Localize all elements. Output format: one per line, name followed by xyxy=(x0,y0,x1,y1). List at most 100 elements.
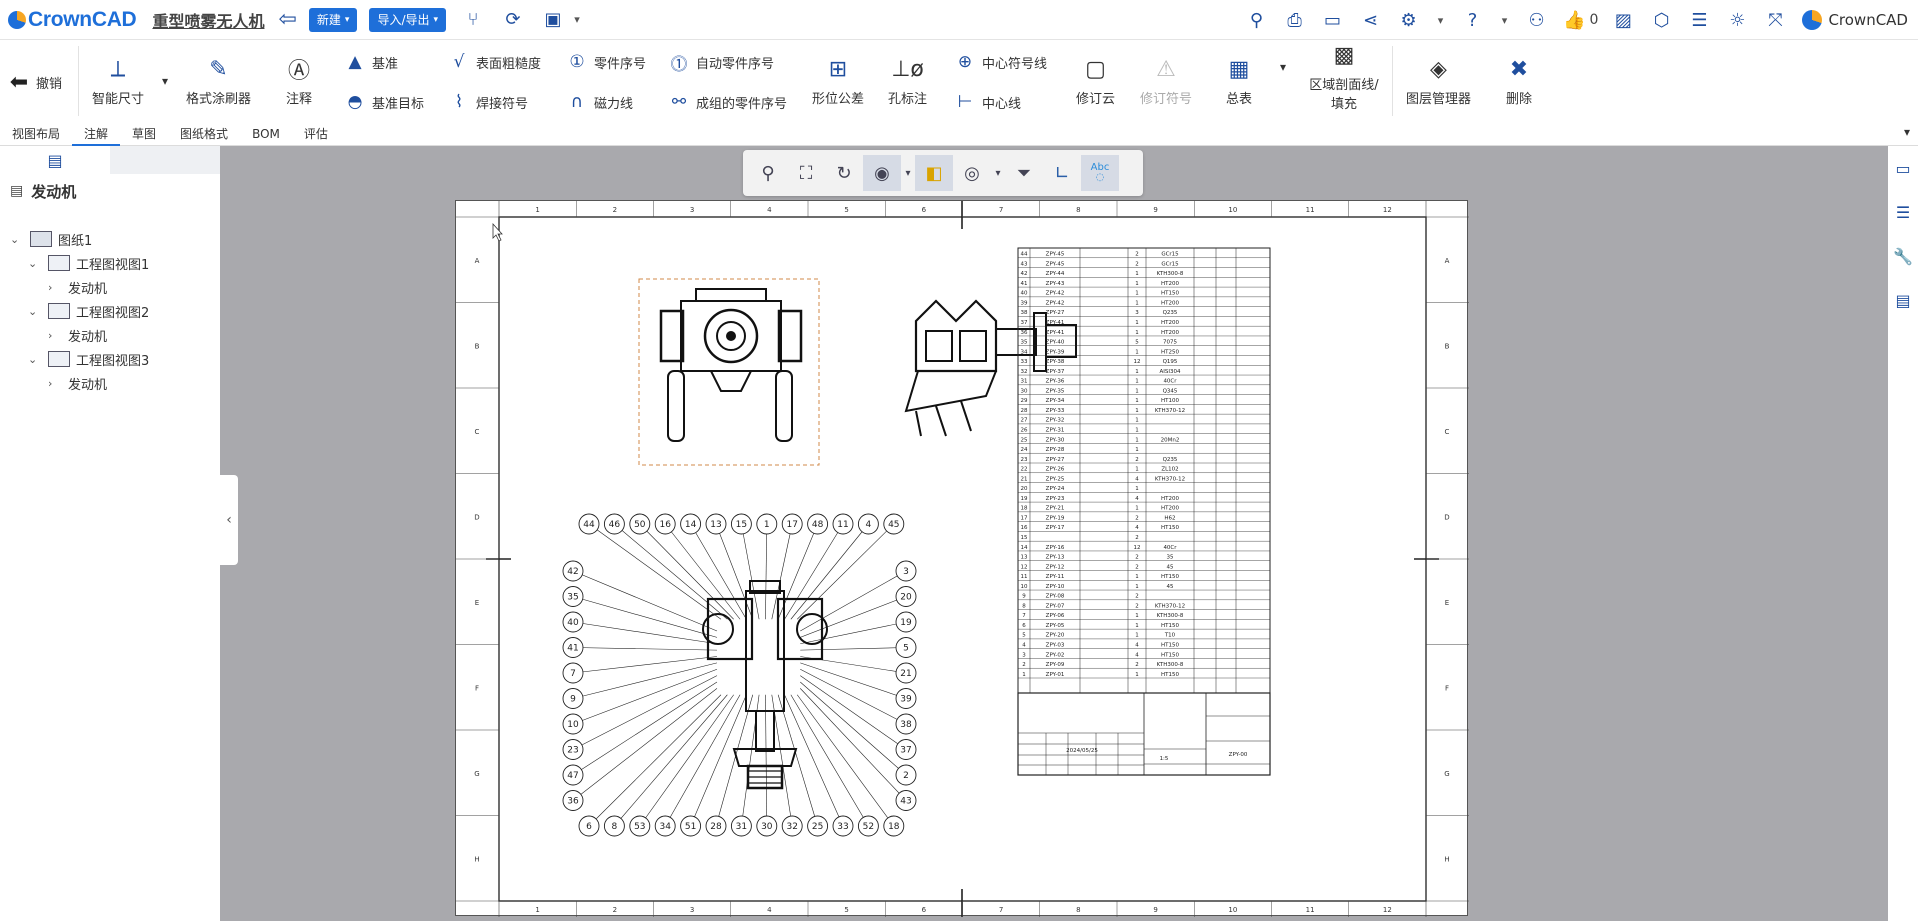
balloon[interactable]: 40 xyxy=(562,611,584,633)
new-button[interactable]: 新建 ▾ xyxy=(308,7,358,32)
chevron-down-icon[interactable]: ⌄ xyxy=(28,305,42,318)
balloon[interactable]: 28 xyxy=(705,815,727,837)
bom-row[interactable]: 17 ZPY-19 2 H62 xyxy=(1021,515,1176,521)
bom-row[interactable]: 19 ZPY-23 4 HT200 xyxy=(1021,496,1180,502)
balloon[interactable]: 45 xyxy=(883,513,905,535)
back-arrow-icon[interactable]: ⇦ xyxy=(278,7,296,32)
bom-row[interactable]: 21 ZPY-25 4 KTH370-12 xyxy=(1021,476,1186,482)
balloon[interactable]: 48 xyxy=(807,513,829,535)
chevron-right-icon[interactable]: › xyxy=(48,281,62,294)
balloon[interactable]: 25 xyxy=(807,815,829,837)
stacked-balloon-button[interactable]: ⚯ 成组的零件序号 xyxy=(666,90,787,114)
chevron-down-icon[interactable]: ▾ xyxy=(991,155,1005,191)
tree-node-view-2[interactable]: ⌄ 工程图视图2 xyxy=(28,300,149,322)
surface-roughness-button[interactable]: √ 表面粗糙度 xyxy=(446,50,541,74)
bom-row[interactable]: 14 ZPY-16 12 40Cr xyxy=(1021,545,1178,551)
undo-button[interactable]: ⬅ 撤销 xyxy=(6,70,62,95)
collapse-ribbon-icon[interactable]: ▾ xyxy=(1904,125,1910,139)
print-icon[interactable]: ⎙ xyxy=(1282,7,1308,33)
balloon-button[interactable]: ① 零件序号 xyxy=(564,50,646,74)
balloon[interactable]: 6 xyxy=(578,815,600,837)
datum-button[interactable]: ▲ 基准 xyxy=(342,50,398,74)
cube-icon[interactable]: ⬡ xyxy=(1648,7,1674,33)
bom-row[interactable]: 41 ZPY-43 1 HT200 xyxy=(1021,281,1180,287)
bom-row[interactable]: 29 ZPY-34 1 HT100 xyxy=(1021,398,1180,404)
bom-row[interactable]: 39 ZPY-42 1 HT200 xyxy=(1021,300,1180,306)
chevron-down-icon[interactable]: ▾ xyxy=(162,74,168,88)
centerline-button[interactable]: ⊢ 中心线 xyxy=(952,90,1021,114)
balloon[interactable]: 15 xyxy=(730,513,752,535)
table-button[interactable]: ▦ 总表 xyxy=(1224,54,1254,108)
balloon[interactable]: 8 xyxy=(603,815,625,837)
area-hatch-button[interactable]: ▩ 区域剖面线/ 填充 xyxy=(1304,40,1384,113)
bom-row[interactable]: 3 ZPY-02 4 HT150 xyxy=(1022,652,1179,658)
menu-list-icon[interactable]: ☰ xyxy=(1686,7,1712,33)
balloon[interactable]: 32 xyxy=(781,815,803,837)
delete-button[interactable]: ✖ 删除 xyxy=(1504,54,1534,108)
tree-node-view-1-child[interactable]: › 发动机 xyxy=(48,276,107,298)
wrench-icon[interactable]: 🔧 xyxy=(1888,234,1918,278)
bom-row[interactable]: 31 ZPY-36 1 40Cr xyxy=(1021,379,1178,385)
chevron-down-icon[interactable]: ▾ xyxy=(901,155,915,191)
balloon[interactable]: 33 xyxy=(832,815,854,837)
visibility-icon[interactable]: ◉ xyxy=(863,155,901,191)
balloon[interactable]: 43 xyxy=(895,790,917,811)
bom-row[interactable]: 15 2 xyxy=(1021,535,1139,541)
bom-row[interactable]: 28 ZPY-33 1 KTH370-12 xyxy=(1021,408,1186,414)
balloon[interactable]: 19 xyxy=(895,611,917,633)
comment-icon[interactable]: ▭ xyxy=(1320,7,1346,33)
center-mark-button[interactable]: ⊕ 中心符号线 xyxy=(952,50,1047,74)
balloon[interactable]: 2 xyxy=(895,764,917,786)
balloon[interactable]: 31 xyxy=(730,815,752,837)
bom-row[interactable]: 1 ZPY-01 1 HT150 xyxy=(1022,672,1179,678)
bom-row[interactable]: 8 ZPY-07 2 KTH370-12 xyxy=(1022,603,1185,609)
chevron-right-icon[interactable]: › xyxy=(48,377,62,390)
tree-node-view-1[interactable]: ⌄ 工程图视图1 xyxy=(28,252,149,274)
bom-row[interactable]: 35 ZPY-40 5 7075 xyxy=(1021,340,1178,346)
balloon[interactable]: 7 xyxy=(562,662,584,684)
hole-callout-button[interactable]: ⊥ø 孔标注 xyxy=(888,54,927,108)
section-view-icon[interactable]: ◎ xyxy=(953,155,991,191)
geometric-tolerance-button[interactable]: ⊞ 形位公差 xyxy=(812,54,864,108)
bom-row[interactable]: 22 ZPY-26 1 ZL102 xyxy=(1021,467,1179,473)
chevron-right-icon[interactable]: › xyxy=(48,329,62,342)
bom-row[interactable]: 33 ZPY-38 12 Q195 xyxy=(1021,359,1178,365)
smart-dimension-button[interactable]: ⟂ 智能尺寸 xyxy=(92,54,144,108)
chevron-down-icon[interactable]: ▾ xyxy=(1498,7,1512,33)
balloon[interactable]: 35 xyxy=(562,586,584,607)
title-block[interactable]: ZPY-00 2024/05/25 1:5 xyxy=(1017,692,1271,776)
bom-row[interactable]: 6 ZPY-05 1 HT150 xyxy=(1022,623,1179,629)
bom-row[interactable]: 24 ZPY-28 1 xyxy=(1021,447,1139,453)
bom-table[interactable]: 44 ZPY-45 2 GCr1543 ZPY-45 2 GCr1542 ZPY-44 1 KTH… xyxy=(1017,247,1271,694)
bom-row[interactable]: 10 ZPY-10 1 45 xyxy=(1021,584,1174,590)
bom-row[interactable]: 27 ZPY-32 1 xyxy=(1021,418,1139,424)
bom-row[interactable]: 25 ZPY-30 1 20Mn2 xyxy=(1021,437,1180,443)
filter-icon[interactable]: ⏷ xyxy=(1005,155,1043,191)
gear-icon[interactable]: ⚙ xyxy=(1396,7,1422,33)
balloon[interactable]: 17 xyxy=(781,513,803,535)
tree-node-view-3-child[interactable]: › 发动机 xyxy=(48,372,107,394)
chevron-down-icon[interactable]: ⌄ xyxy=(10,233,24,246)
rotate-icon[interactable]: ↻ xyxy=(825,155,863,191)
revision-symbol-button[interactable]: ⚠ 修订符号 xyxy=(1140,54,1192,108)
fit-view-icon[interactable]: ⛶ xyxy=(787,155,825,191)
balloon[interactable]: 52 xyxy=(857,815,879,837)
help-icon[interactable]: ? xyxy=(1460,7,1486,33)
book-icon[interactable]: ▤ xyxy=(1888,278,1918,322)
bom-row[interactable]: 26 ZPY-31 1 xyxy=(1021,427,1139,433)
datum-target-button[interactable]: ◓ 基准目标 xyxy=(342,90,424,114)
balloon[interactable]: 9 xyxy=(562,688,584,709)
balloon[interactable]: 13 xyxy=(705,513,727,535)
feature-tree-tab-icon[interactable]: ▤ xyxy=(0,146,110,174)
tree-node-view-2-child[interactable]: › 发动机 xyxy=(48,324,107,346)
app-logo[interactable]: CrownCAD xyxy=(8,0,137,40)
tree-node-sheet[interactable]: ⌄ 图纸1 xyxy=(10,228,92,250)
bom-row[interactable]: 43 ZPY-45 2 GCr15 xyxy=(1021,261,1180,267)
balloon[interactable]: 1 xyxy=(756,513,778,535)
drawing-view-1[interactable] xyxy=(638,278,820,466)
format-painter-button[interactable]: ✎ 格式涂刷器 xyxy=(186,54,251,108)
balloon[interactable]: 23 xyxy=(562,739,584,760)
image-icon[interactable]: ▨ xyxy=(1610,7,1636,33)
bom-row[interactable]: 42 ZPY-44 1 KTH300-8 xyxy=(1021,271,1184,277)
save-icon[interactable]: ▣ xyxy=(540,7,566,33)
